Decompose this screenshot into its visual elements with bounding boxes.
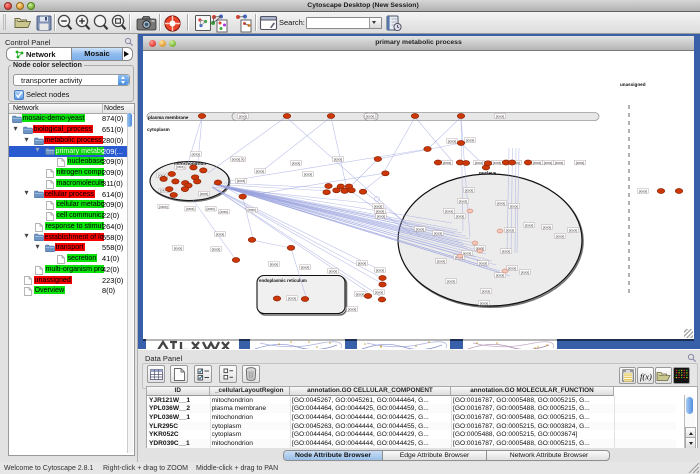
svg-text:(xxxx): (xxxx)	[569, 228, 578, 232]
svg-text:(xxxx): (xxxx)	[376, 268, 385, 272]
svg-text:(xxxx): (xxxx)	[348, 307, 357, 311]
svg-text:(xxxx): (xxxx)	[239, 114, 248, 118]
svg-text:(xxxx): (xxxx)	[288, 296, 297, 300]
svg-text:(xxxx): (xxxx)	[508, 266, 517, 270]
svg-text:(xxxx): (xxxx)	[502, 249, 511, 253]
svg-text:f(x): f(x)	[640, 371, 652, 381]
svg-text:(xxxx): (xxxx)	[480, 301, 489, 305]
svg-text:(xxxx): (xxxx)	[301, 265, 310, 269]
svg-text:(xxxx): (xxxx)	[556, 234, 565, 238]
svg-text:(xxxx): (xxxx)	[376, 209, 385, 213]
svg-text:(xxxx): (xxxx)	[443, 161, 452, 165]
svg-text:(xxxx): (xxxx)	[375, 290, 384, 294]
svg-text:(xxxx): (xxxx)	[247, 208, 256, 212]
svg-text:(xxxx): (xxxx)	[329, 269, 338, 273]
svg-text:(xxxx): (xxxx)	[176, 165, 185, 169]
svg-text:(xxxx): (xxxx)	[159, 205, 168, 209]
svg-text:nucleus: nucleus	[479, 171, 497, 176]
svg-text:(xxxx): (xxxx)	[192, 152, 201, 156]
svg-text:plasma membrane: plasma membrane	[148, 115, 189, 120]
svg-text:(xxxx): (xxxx)	[186, 207, 195, 211]
svg-text:(xxxx): (xxxx)	[466, 138, 475, 142]
svg-text:(xxxx): (xxxx)	[200, 192, 209, 196]
svg-text:(xxxx): (xxxx)	[356, 292, 365, 296]
svg-text:(xxxx): (xxxx)	[639, 189, 648, 193]
svg-text:(xxxx): (xxxx)	[576, 161, 585, 165]
svg-text:(xxxx): (xxxx)	[216, 232, 225, 236]
svg-text:(xxxx): (xxxx)	[416, 227, 425, 231]
svg-text:(xxxx): (xxxx)	[206, 207, 215, 211]
svg-text:(xxxx): (xxxx)	[232, 157, 241, 161]
svg-text:(xxxx): (xxxx)	[358, 261, 367, 265]
svg-text:(xxxx): (xxxx)	[212, 247, 221, 251]
svg-text:(xxxx): (xxxx)	[521, 270, 530, 274]
svg-text:(xxxx): (xxxx)	[445, 209, 454, 213]
svg-text:(xxxx): (xxxx)	[525, 223, 534, 227]
svg-text:(xxxx): (xxxx)	[237, 179, 246, 183]
svg-text:(xxxx): (xxxx)	[496, 273, 505, 277]
svg-text:(xxxx): (xxxx)	[374, 204, 383, 208]
svg-text:(xxxx): (xxxx)	[292, 161, 301, 165]
svg-text:(xxxx): (xxxx)	[496, 114, 505, 118]
svg-text:(xxxx): (xxxx)	[475, 161, 484, 165]
svg-text:endoplasmic reticulum: endoplasmic reticulum	[259, 278, 307, 283]
svg-text:(xxxx): (xxxx)	[497, 201, 506, 205]
svg-text:(xxxx): (xxxx)	[456, 214, 465, 218]
svg-text:unassigned: unassigned	[620, 82, 646, 87]
svg-text:(xxxx): (xxxx)	[434, 231, 443, 235]
svg-text:(xxxx): (xxxx)	[174, 246, 183, 250]
svg-text:(xxxx): (xxxx)	[448, 139, 457, 143]
svg-text:(xxxx): (xxxx)	[437, 259, 446, 263]
svg-text:(xxxx): (xxxx)	[493, 161, 502, 165]
svg-text:(xxxx): (xxxx)	[220, 210, 229, 214]
svg-text:(xxxx): (xxxx)	[270, 262, 279, 266]
svg-text:(xxxx): (xxxx)	[533, 161, 542, 165]
svg-text:(xxxx): (xxxx)	[334, 157, 343, 161]
svg-text:(xxxx): (xxxx)	[543, 225, 552, 229]
svg-text:(xxxx): (xxxx)	[377, 214, 386, 218]
svg-text:cytoplasm: cytoplasm	[147, 127, 170, 132]
svg-text:(xxxx): (xxxx)	[465, 188, 474, 192]
svg-text:(xxxx): (xxxx)	[510, 204, 519, 208]
svg-text:(xxxx): (xxxx)	[256, 169, 265, 173]
svg-text:(xxxx): (xxxx)	[304, 172, 313, 176]
svg-text:(xxxx): (xxxx)	[555, 161, 564, 165]
svg-text:(xxxx): (xxxx)	[447, 279, 456, 283]
svg-text:(xxxx): (xxxx)	[459, 199, 468, 203]
svg-text:(xxxx): (xxxx)	[544, 161, 553, 165]
svg-text:(xxxx): (xxxx)	[366, 114, 375, 118]
svg-text:(xxxx): (xxxx)	[479, 261, 488, 265]
svg-text:(xxxx): (xxxx)	[482, 289, 491, 293]
svg-text:(xxxx): (xxxx)	[506, 228, 515, 232]
